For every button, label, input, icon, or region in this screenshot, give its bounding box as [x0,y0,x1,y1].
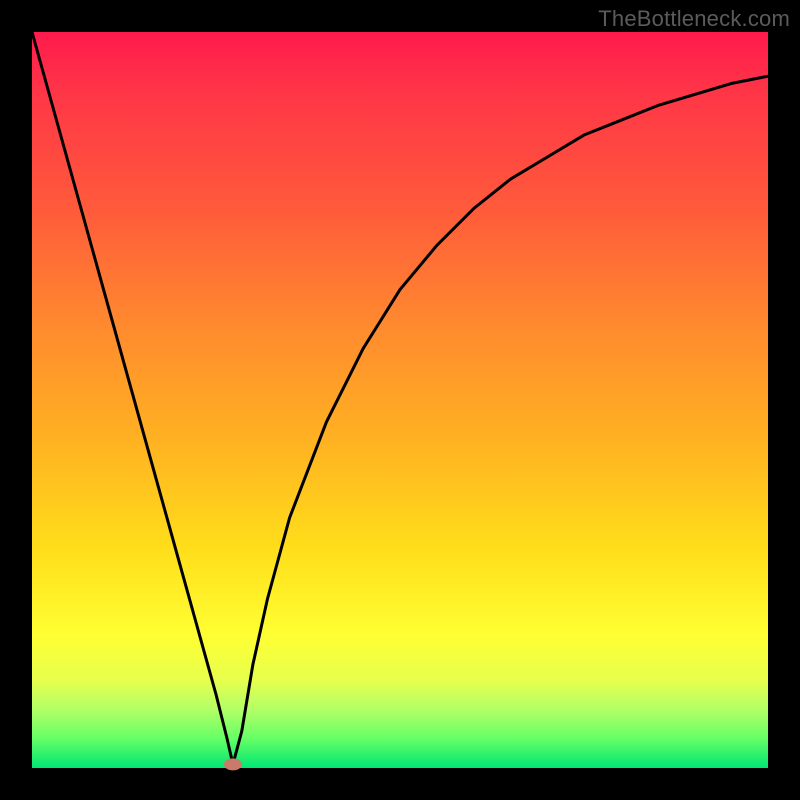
bottleneck-curve [32,32,768,764]
chart-svg [32,32,768,768]
plot-area [32,32,768,768]
chart-frame: TheBottleneck.com [0,0,800,800]
optimal-point-marker [224,758,242,770]
watermark-text: TheBottleneck.com [598,6,790,32]
